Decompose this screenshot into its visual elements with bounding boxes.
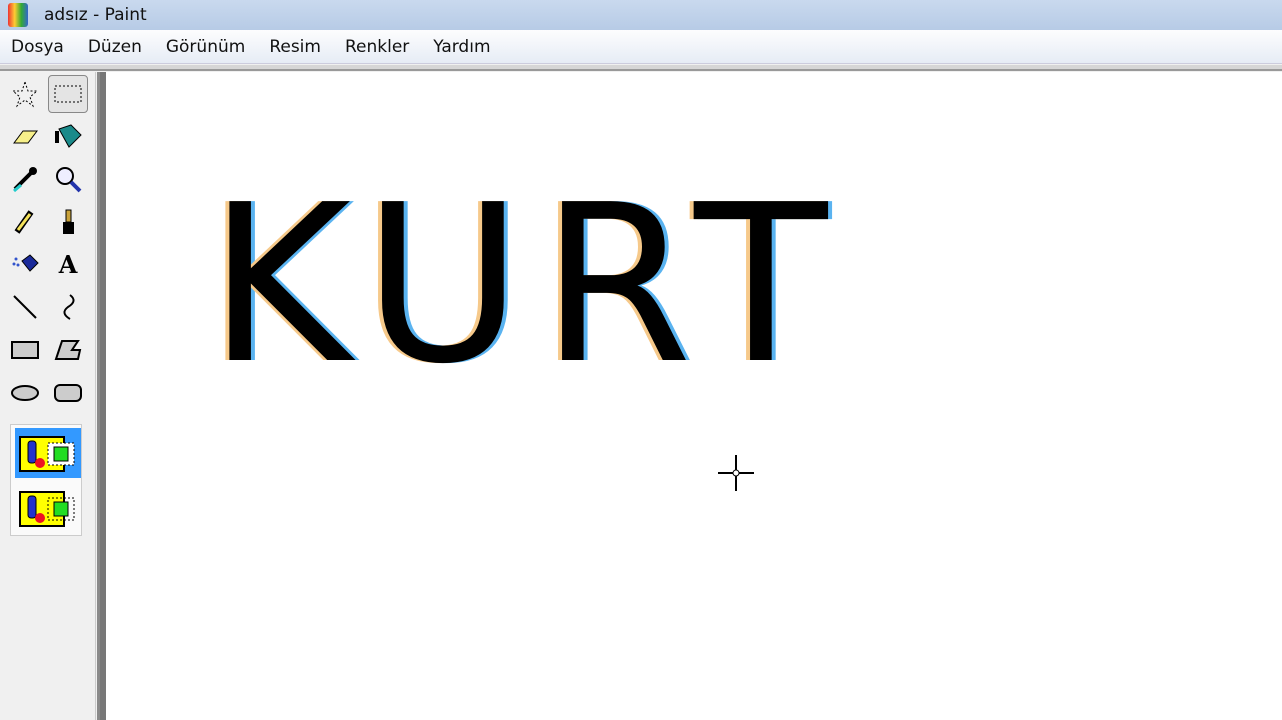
eyedropper-icon (13, 167, 37, 193)
text-tool[interactable]: A (48, 245, 88, 283)
text-a-icon: A (58, 249, 78, 279)
transparent-selection-icon (19, 491, 75, 527)
drawing-canvas[interactable]: KURT (106, 72, 1282, 720)
menu-resim[interactable]: Resim (257, 37, 333, 57)
rounded-rectangle-tool[interactable] (48, 374, 88, 412)
rectangle-icon (11, 341, 39, 359)
opaque-selection-icon (19, 436, 75, 472)
brush-tool[interactable] (48, 203, 88, 241)
pencil-icon (14, 210, 34, 234)
select-tool[interactable] (48, 75, 88, 113)
line-tool[interactable] (5, 288, 45, 326)
window-title: adsız - Paint (44, 5, 147, 25)
title-bar: adsız - Paint (0, 0, 1282, 30)
rect-select-icon (54, 85, 82, 103)
transparent-selection-option[interactable] (15, 483, 81, 533)
airbrush-tool[interactable] (5, 245, 45, 283)
ellipse-tool[interactable] (5, 374, 45, 412)
canvas-area: KURT (97, 72, 1282, 720)
rounded-rectangle-icon (54, 384, 82, 402)
magnifier-icon (56, 167, 82, 193)
divider (0, 65, 1282, 71)
toolbox: A (0, 72, 96, 720)
polygon-tool[interactable] (48, 331, 88, 369)
canvas-text: KURT (208, 159, 846, 412)
line-icon (13, 295, 37, 319)
polygon-icon (54, 340, 82, 360)
pencil-tool[interactable] (5, 203, 45, 241)
airbrush-icon (12, 254, 39, 272)
rectangle-tool[interactable] (5, 331, 45, 369)
menu-dosya[interactable]: Dosya (0, 37, 76, 57)
menu-gorunum[interactable]: Görünüm (154, 37, 257, 57)
opaque-selection-option[interactable] (15, 428, 81, 478)
menu-bar: Dosya Düzen Görünüm Resim Renkler Yardım (0, 30, 1282, 64)
brush-icon (63, 209, 74, 234)
paint-bucket-icon (55, 124, 82, 148)
curve-icon (63, 294, 75, 320)
eraser-tool[interactable] (5, 117, 45, 155)
menu-yardim[interactable]: Yardım (421, 37, 502, 57)
curve-tool[interactable] (48, 288, 88, 326)
free-form-select-tool[interactable] (5, 75, 45, 113)
crosshair-cursor-icon (718, 455, 754, 491)
eraser-icon (13, 130, 38, 144)
paint-app-icon[interactable] (8, 3, 28, 27)
selection-options (10, 424, 82, 536)
menu-duzen[interactable]: Düzen (76, 37, 154, 57)
star-select-icon (11, 80, 39, 108)
color-picker-tool[interactable] (5, 160, 45, 198)
fill-tool[interactable] (48, 117, 88, 155)
magnifier-tool[interactable] (48, 160, 88, 198)
ellipse-icon (11, 385, 39, 401)
menu-renkler[interactable]: Renkler (333, 37, 421, 57)
